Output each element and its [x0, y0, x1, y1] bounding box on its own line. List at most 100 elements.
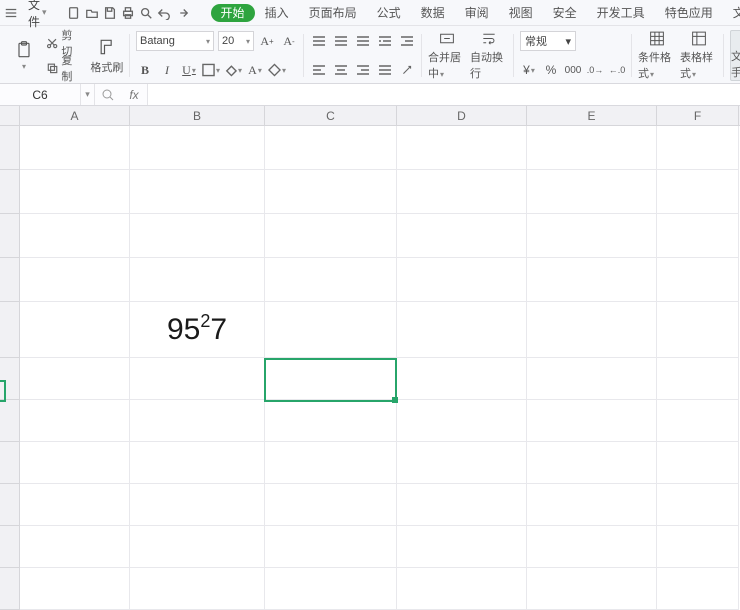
- cell[interactable]: [657, 170, 739, 214]
- cell[interactable]: [397, 170, 527, 214]
- doc-helper-button[interactable]: 文档助手: [730, 30, 740, 81]
- row-header[interactable]: [0, 400, 20, 442]
- cell[interactable]: [527, 442, 657, 484]
- percent-button[interactable]: %: [542, 61, 560, 79]
- cell[interactable]: [397, 484, 527, 526]
- cell[interactable]: [20, 126, 130, 170]
- align-top-button[interactable]: [310, 32, 328, 50]
- align-left-button[interactable]: [310, 61, 328, 79]
- cell[interactable]: [657, 214, 739, 258]
- select-all-corner[interactable]: [0, 106, 20, 125]
- cell[interactable]: [130, 358, 265, 400]
- cell[interactable]: [657, 400, 739, 442]
- cell[interactable]: [397, 568, 527, 610]
- row-header[interactable]: [0, 214, 20, 258]
- fx-cancel-icon[interactable]: [95, 84, 121, 105]
- paste-button[interactable]: ▾: [10, 30, 37, 81]
- cell[interactable]: [130, 214, 265, 258]
- cut-button[interactable]: 剪切: [43, 33, 84, 53]
- redo-icon[interactable]: [175, 5, 189, 21]
- cell[interactable]: [527, 258, 657, 302]
- cell[interactable]: [527, 214, 657, 258]
- font-shrink-button[interactable]: A-: [280, 32, 298, 50]
- cell[interactable]: [130, 258, 265, 302]
- cell[interactable]: [20, 484, 130, 526]
- cell[interactable]: [265, 568, 397, 610]
- cell[interactable]: [397, 400, 527, 442]
- font-color-button[interactable]: A▾: [246, 61, 264, 79]
- cell[interactable]: [265, 526, 397, 568]
- number-format-select[interactable]: 常规 ▾: [520, 31, 576, 51]
- cell[interactable]: [527, 170, 657, 214]
- tab-formula[interactable]: 公式: [367, 0, 411, 25]
- cell[interactable]: [265, 258, 397, 302]
- print-icon[interactable]: [121, 5, 135, 21]
- save-icon[interactable]: [103, 5, 117, 21]
- cell[interactable]: [265, 302, 397, 358]
- align-middle-button[interactable]: [332, 32, 350, 50]
- fill-color-button[interactable]: ▾: [224, 61, 242, 79]
- row-header[interactable]: [0, 526, 20, 568]
- cell[interactable]: [20, 214, 130, 258]
- tab-dev-tools[interactable]: 开发工具: [587, 0, 655, 25]
- cell[interactable]: [130, 442, 265, 484]
- cell[interactable]: [20, 302, 130, 358]
- cell[interactable]: [265, 442, 397, 484]
- cell[interactable]: [265, 126, 397, 170]
- row-header[interactable]: [0, 258, 20, 302]
- col-header-C[interactable]: C: [265, 106, 397, 125]
- tab-doc-helper[interactable]: 文档助手: [723, 0, 740, 25]
- table-style-button[interactable]: 表格样式▾: [680, 30, 718, 81]
- decrease-decimal-button[interactable]: ←.0: [608, 61, 626, 79]
- conditional-format-button[interactable]: 条件格式▾: [638, 30, 676, 81]
- copy-button[interactable]: 复制: [43, 58, 84, 78]
- currency-button[interactable]: ¥▾: [520, 61, 538, 79]
- font-name-select[interactable]: Batang ▾: [136, 31, 214, 51]
- indent-increase-button[interactable]: [398, 32, 416, 50]
- increase-decimal-button[interactable]: .0→: [586, 61, 604, 79]
- cell[interactable]: [657, 126, 739, 170]
- italic-button[interactable]: I: [158, 61, 176, 79]
- cell-B5[interactable]: 9527: [130, 302, 265, 358]
- cell[interactable]: [265, 170, 397, 214]
- cell-C6[interactable]: [265, 358, 397, 400]
- phonetic-button[interactable]: ▾: [268, 61, 286, 79]
- tab-view[interactable]: 视图: [499, 0, 543, 25]
- menu-icon[interactable]: [4, 5, 18, 21]
- cell[interactable]: [527, 126, 657, 170]
- col-header-A[interactable]: A: [20, 106, 130, 125]
- cell[interactable]: [397, 214, 527, 258]
- cell[interactable]: [20, 170, 130, 214]
- cell[interactable]: [657, 526, 739, 568]
- align-center-button[interactable]: [332, 61, 350, 79]
- cell[interactable]: [20, 258, 130, 302]
- cell[interactable]: [130, 170, 265, 214]
- cell[interactable]: [657, 568, 739, 610]
- name-box[interactable]: C6 ▾: [0, 84, 94, 105]
- justify-button[interactable]: [376, 61, 394, 79]
- col-header-D[interactable]: D: [397, 106, 527, 125]
- font-grow-button[interactable]: A+: [258, 32, 276, 50]
- cell[interactable]: [130, 526, 265, 568]
- open-icon[interactable]: [85, 5, 99, 21]
- row-header[interactable]: [0, 568, 20, 610]
- cell[interactable]: [130, 126, 265, 170]
- font-size-select[interactable]: 20 ▾: [218, 31, 254, 51]
- tab-page-layout[interactable]: 页面布局: [299, 0, 367, 25]
- cell[interactable]: [527, 358, 657, 400]
- cell[interactable]: [657, 484, 739, 526]
- row-header[interactable]: [0, 484, 20, 526]
- cell[interactable]: [657, 442, 739, 484]
- cell[interactable]: [657, 358, 739, 400]
- cell[interactable]: [527, 400, 657, 442]
- col-header-E[interactable]: E: [527, 106, 657, 125]
- cell[interactable]: [265, 400, 397, 442]
- tab-security[interactable]: 安全: [543, 0, 587, 25]
- align-right-button[interactable]: [354, 61, 372, 79]
- wrap-text-button[interactable]: 自动换行: [470, 30, 508, 81]
- row-header[interactable]: [0, 126, 20, 170]
- fx-function-icon[interactable]: fx: [121, 84, 147, 105]
- cell[interactable]: [397, 526, 527, 568]
- tab-review[interactable]: 审阅: [455, 0, 499, 25]
- format-painter-button[interactable]: 格式刷: [90, 30, 124, 81]
